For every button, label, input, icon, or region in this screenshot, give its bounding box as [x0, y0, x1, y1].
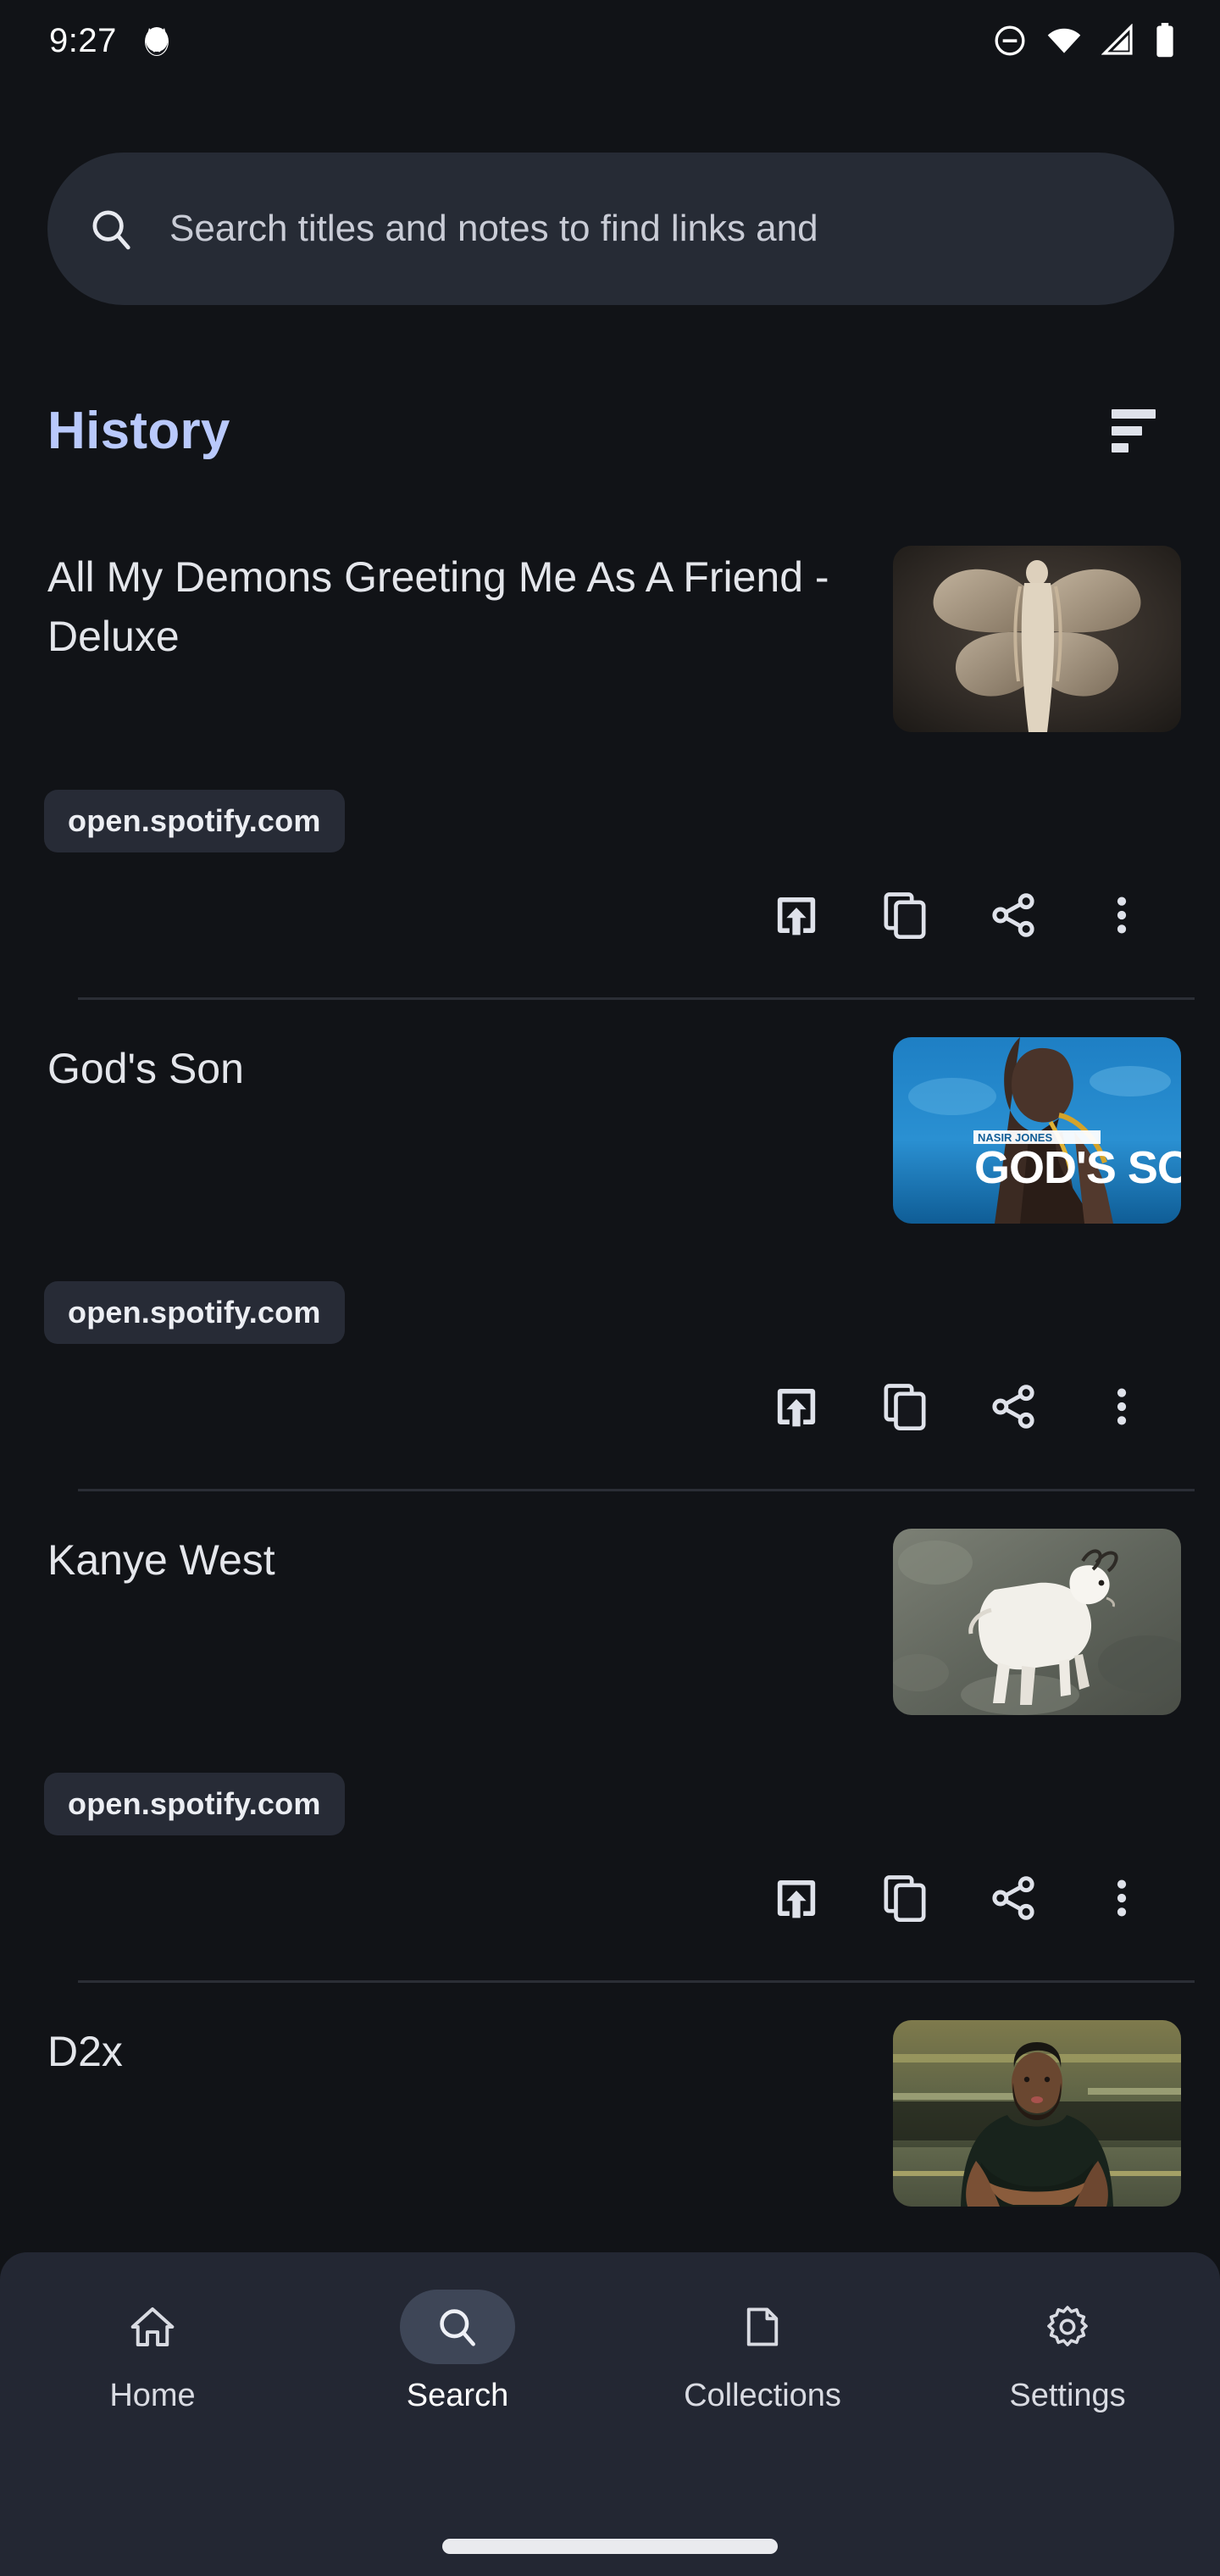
home-indicator	[442, 2539, 778, 2554]
more-vert-icon[interactable]	[1068, 1856, 1176, 1940]
more-vert-icon[interactable]	[1068, 1364, 1176, 1449]
butterfly-woman-album-art	[893, 546, 1181, 732]
gear-icon	[1045, 2304, 1090, 2350]
search-bar-container[interactable]: Search titles and notes to find links an…	[47, 153, 1174, 305]
domain-chip: open.spotify.com	[44, 790, 345, 852]
nav-pill-search	[400, 2290, 515, 2364]
list-item-thumbnail: NASIR JONES GOD'S SON	[893, 1037, 1181, 1224]
list-item-title: God's Son	[47, 1045, 244, 1092]
copy-icon[interactable]	[851, 1856, 959, 1940]
copy-icon[interactable]	[851, 1364, 959, 1449]
open-in-browser-icon[interactable]	[742, 1856, 851, 1940]
app-screen: 9:27 Search titles and notes to find lin…	[0, 0, 1220, 2576]
search-icon	[88, 206, 134, 252]
search-icon	[435, 2305, 480, 2349]
search-input[interactable]: Search titles and notes to find links an…	[169, 208, 818, 250]
share-icon[interactable]	[959, 1856, 1068, 1940]
nav-pill-home	[95, 2290, 210, 2364]
more-vert-icon[interactable]	[1068, 873, 1176, 958]
search-bar[interactable]: Search titles and notes to find links an…	[47, 153, 1174, 305]
status-bar-left: 9:27	[49, 22, 171, 60]
status-bar: 9:27	[0, 0, 1220, 81]
d2x-artist-portrait	[893, 2020, 1181, 2207]
section-header: History	[47, 380, 1174, 481]
list-item[interactable]: God's Son NASIR JONES GOD'S SO open.spot…	[0, 1000, 1220, 1491]
domain-chip: open.spotify.com	[44, 1773, 345, 1835]
gods-son-nasir-jones-album-art: NASIR JONES GOD'S SON	[893, 1037, 1181, 1224]
nav-label-home: Home	[109, 2378, 196, 2413]
battery-icon	[1154, 23, 1176, 58]
nav-pill-settings	[1010, 2290, 1125, 2364]
list-item-thumbnail	[893, 546, 1181, 732]
list-item-title: D2x	[47, 2028, 123, 2075]
list-item-actions	[742, 1364, 1176, 1449]
list-item-title: Kanye West	[47, 1536, 275, 1584]
sort-icon[interactable]	[1093, 390, 1174, 471]
sort-bars	[1112, 408, 1156, 452]
list-item-thumbnail	[893, 1529, 1181, 1715]
bottom-navigation-bar: Home Search Collections Settings	[0, 2252, 1220, 2576]
wifi-icon	[1045, 24, 1083, 58]
list-item-actions	[742, 1856, 1176, 1940]
list-item-title: All My Demons Greeting Me As A Friend - …	[47, 553, 829, 660]
nav-label-collections: Collections	[684, 2378, 841, 2413]
cellular-signal-icon	[1101, 24, 1135, 58]
open-in-browser-icon[interactable]	[742, 873, 851, 958]
svg-text:GOD'S SON: GOD'S SON	[974, 1142, 1181, 1193]
status-bar-right	[993, 23, 1176, 58]
nav-item-search[interactable]: Search	[305, 2290, 610, 2414]
folder-icon	[740, 2305, 785, 2349]
nav-pill-collections	[705, 2290, 820, 2364]
list-item-thumbnail	[893, 2020, 1181, 2207]
white-mountain-goat-photo	[893, 1529, 1181, 1715]
owl-notification-icon	[142, 24, 171, 58]
page-title: History	[47, 401, 230, 460]
do-not-disturb-icon	[993, 24, 1027, 58]
list-item-actions	[742, 873, 1176, 958]
list-item[interactable]: Kanye West open.spotify.com	[0, 1491, 1220, 1983]
nav-item-collections[interactable]: Collections	[610, 2290, 915, 2414]
domain-chip: open.spotify.com	[44, 1281, 345, 1344]
status-time: 9:27	[49, 21, 117, 59]
share-icon[interactable]	[959, 873, 1068, 958]
home-icon	[129, 2303, 176, 2351]
share-icon[interactable]	[959, 1364, 1068, 1449]
history-list: All My Demons Greeting Me As A Friend - …	[0, 508, 1220, 2474]
list-item[interactable]: All My Demons Greeting Me As A Friend - …	[0, 508, 1220, 1000]
copy-icon[interactable]	[851, 873, 959, 958]
nav-item-home[interactable]: Home	[0, 2290, 305, 2414]
nav-item-settings[interactable]: Settings	[915, 2290, 1220, 2414]
nav-label-search: Search	[406, 2378, 509, 2413]
nav-label-settings: Settings	[1009, 2378, 1126, 2413]
bottom-nav-items: Home Search Collections Settings	[0, 2252, 1220, 2414]
open-in-browser-icon[interactable]	[742, 1364, 851, 1449]
